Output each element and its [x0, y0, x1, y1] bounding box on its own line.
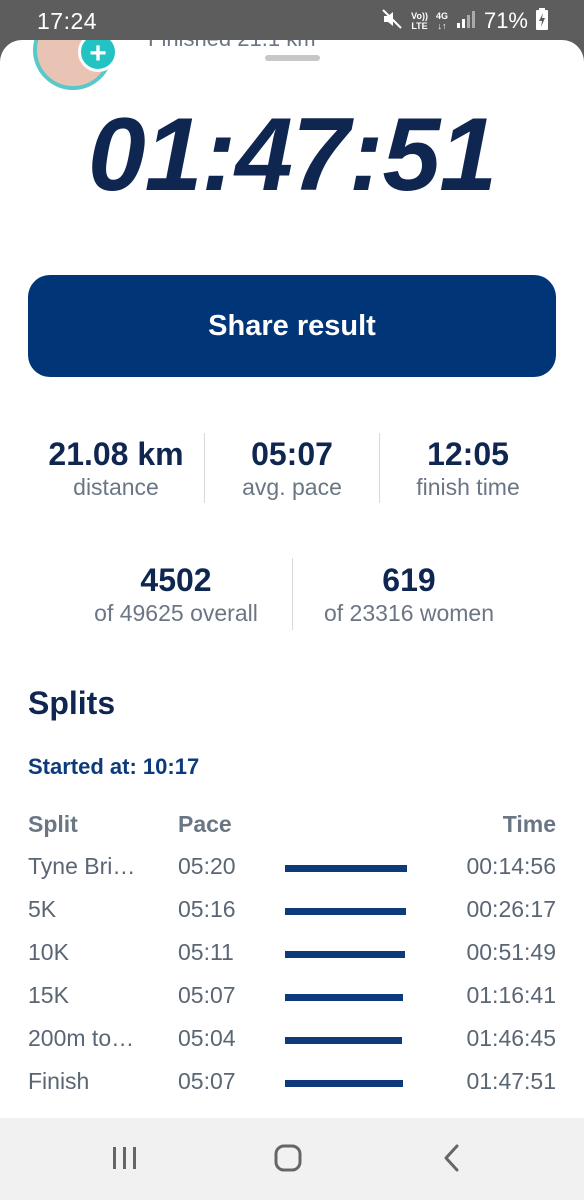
home-icon[interactable] — [268, 1140, 308, 1176]
pace-bar — [285, 1037, 402, 1044]
split-pace: 05:11 — [178, 939, 234, 965]
recent-apps-icon[interactable] — [105, 1140, 145, 1176]
stat-label: avg. pace — [242, 474, 342, 500]
split-time: 01:46:45 — [466, 1025, 556, 1051]
finished-label: Finished 21.1 km — [148, 40, 316, 52]
split-pace: 05:04 — [178, 1025, 236, 1051]
stat-value: 21.08 km — [48, 436, 184, 472]
stat-distance: 21.08 km distance — [28, 436, 204, 502]
split-time: 01:16:41 — [466, 982, 556, 1008]
battery-percent: 71% — [483, 8, 528, 33]
split-time: 01:47:51 — [466, 1068, 556, 1094]
split-pace: 05:20 — [178, 853, 236, 879]
system-nav-bar — [0, 1118, 584, 1200]
rank-value: 619 — [382, 562, 436, 598]
split-row: 15K 05:07 01:16:41 — [0, 982, 584, 1025]
split-time: 00:51:49 — [466, 939, 556, 965]
rank-women: 619 of 23316 women — [293, 562, 525, 628]
split-row: Finish 05:07 01:47:51 — [0, 1068, 584, 1111]
back-icon[interactable] — [432, 1140, 472, 1176]
split-row: 200m to… 05:04 01:46:45 — [0, 1025, 584, 1068]
status-time: 17:24 — [37, 8, 98, 34]
pace-bar — [285, 908, 406, 915]
volte-indicator: Vo)) LTE — [411, 11, 428, 31]
split-name: Finish — [28, 1068, 90, 1094]
status-icons: Vo)) LTE 4G ↓↑ 71% — [381, 6, 548, 36]
pace-bar — [285, 951, 405, 958]
header-time: Time — [502, 811, 556, 837]
finish-time-display: 01:47:51 — [87, 97, 497, 213]
stat-label: finish time — [416, 474, 520, 500]
mute-icon — [381, 8, 403, 35]
header-split: Split — [28, 811, 78, 837]
split-pace: 05:07 — [178, 1068, 236, 1094]
pace-bar — [285, 994, 403, 1001]
share-result-button[interactable]: Share result — [28, 275, 556, 377]
rank-label: of 23316 women — [323, 600, 495, 626]
header-pace: Pace — [178, 811, 232, 837]
pace-bar — [285, 1080, 403, 1087]
split-row: 5K 05:16 00:26:17 — [0, 896, 584, 939]
split-name: Tyne Bri… — [28, 853, 136, 879]
stat-value: 05:07 — [251, 436, 333, 472]
split-time: 00:26:17 — [466, 896, 556, 922]
pace-bar — [285, 865, 407, 872]
split-name: 5K — [28, 896, 57, 922]
split-time: 00:14:56 — [466, 853, 556, 879]
rank-overall: 4502 of 49625 overall — [60, 562, 292, 628]
result-sheet: + Finished 21.1 km 01:47:51 Share result… — [0, 40, 584, 1118]
splits-title: Splits — [28, 685, 116, 721]
rank-value: 4502 — [140, 562, 212, 598]
split-row: 10K 05:11 00:51:49 — [0, 939, 584, 982]
battery-charging-icon — [536, 7, 548, 35]
started-at: Started at: 10:17 — [28, 754, 200, 779]
stat-finish-time: 12:05 finish time — [380, 436, 556, 502]
split-pace: 05:07 — [178, 982, 236, 1008]
stat-label: distance — [73, 474, 159, 500]
rank-label: of 49625 overall — [94, 600, 258, 626]
split-name: 15K — [28, 982, 69, 1008]
stat-value: 12:05 — [427, 436, 509, 472]
stat-avg-pace: 05:07 avg. pace — [205, 436, 379, 502]
add-photo-button[interactable]: + — [78, 40, 118, 72]
signal-icon — [456, 9, 476, 34]
status-bar: 17:24 Vo)) LTE 4G ↓↑ 71% — [0, 0, 584, 42]
data-indicator: 4G ↓↑ — [435, 11, 448, 31]
split-row: Tyne Bri… 05:20 00:14:56 — [0, 853, 584, 896]
drag-handle[interactable] — [265, 55, 320, 61]
split-pace: 05:16 — [178, 896, 236, 922]
split-name: 10K — [28, 939, 69, 965]
split-name: 200m to… — [28, 1025, 135, 1051]
